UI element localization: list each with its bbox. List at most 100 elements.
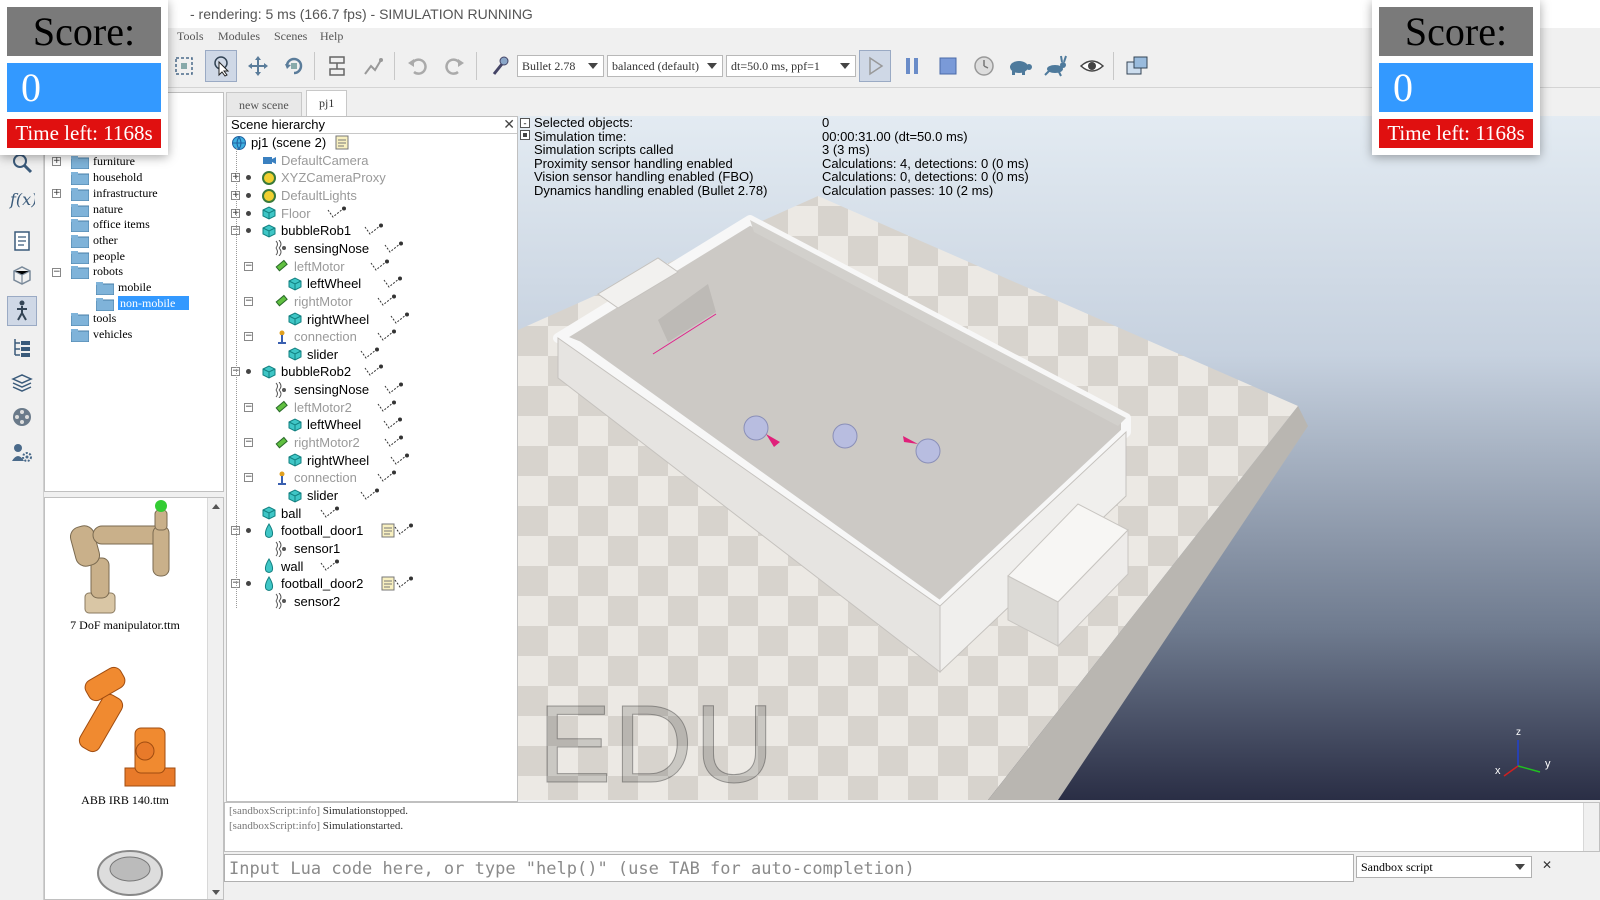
select-cursor-icon[interactable] [205, 50, 237, 82]
visibility-dot-icon[interactable] [246, 369, 251, 375]
hierarchy-item[interactable]: DefaultLights [261, 187, 357, 204]
hierarchy-item[interactable]: DefaultCamera [261, 152, 368, 169]
script-link-icon[interactable] [359, 347, 381, 361]
script-link-icon[interactable] [376, 470, 398, 484]
script-link-icon[interactable] [319, 559, 341, 573]
slow-down-turtle-icon[interactable] [1004, 50, 1036, 82]
menu-help[interactable]: Help [320, 29, 343, 44]
thumb-7dof-manipulator[interactable]: 7 DoF manipulator.ttm [45, 498, 207, 648]
hierarchy-item[interactable]: rightMotor2 [274, 434, 360, 451]
collapse-icon[interactable]: − [244, 261, 253, 271]
folder-household[interactable]: household [70, 170, 142, 186]
folder-other[interactable]: other [70, 233, 118, 249]
window-layout-icon[interactable] [1121, 50, 1153, 82]
hierarchy-item[interactable]: slider [287, 487, 338, 504]
scroll-up-icon[interactable] [208, 498, 224, 514]
script-link-icon[interactable] [363, 223, 385, 237]
folder-office-items[interactable]: office items [70, 217, 150, 233]
visibility-dot-icon[interactable] [246, 192, 251, 198]
folder-people[interactable]: people [70, 249, 125, 265]
hierarchy-item[interactable]: rightWheel [287, 452, 369, 469]
info-collapse-toggle[interactable]: - [520, 118, 530, 128]
engine-mode-select[interactable]: balanced (default) [607, 55, 723, 77]
collapse-robots[interactable]: − [52, 268, 61, 277]
hierarchy-item[interactable]: football_door1 [261, 522, 363, 539]
menu-scenes[interactable]: Scenes [274, 29, 307, 44]
hierarchy-item[interactable]: leftMotor [274, 258, 345, 275]
move-object-icon[interactable] [242, 50, 274, 82]
hierarchy-item[interactable]: sensingNose [274, 381, 369, 399]
pause-icon[interactable] [896, 50, 928, 82]
close-icon[interactable]: ✕ [503, 117, 515, 133]
script-link-icon[interactable] [382, 276, 404, 290]
folder-nature[interactable]: nature [70, 202, 123, 218]
folder-non-mobile[interactable]: non-mobile [95, 296, 190, 312]
script-link-icon[interactable] [363, 364, 385, 378]
script-link-icon[interactable] [319, 506, 341, 520]
hierarchy-item[interactable]: XYZCameraProxy [261, 169, 386, 186]
expand-furniture[interactable]: + [52, 157, 61, 166]
hierarchy-item[interactable]: leftMotor2 [274, 399, 352, 416]
play-icon[interactable] [859, 50, 891, 82]
tab-pj1[interactable]: pj1 [306, 90, 348, 116]
physics-engine-select[interactable]: Bullet 2.78 [517, 55, 604, 77]
expand-infrastructure[interactable]: + [52, 189, 61, 198]
bubblerob2-body[interactable] [915, 438, 941, 464]
script-link-icon[interactable] [326, 206, 348, 220]
function-fx-icon[interactable]: f(x) [7, 184, 37, 214]
folder-robots[interactable]: robots [70, 264, 123, 280]
speed-up-rabbit-icon[interactable] [1040, 50, 1072, 82]
thumb-next-model[interactable] [85, 843, 175, 899]
visibility-dot-icon[interactable] [246, 175, 251, 181]
script-link-icon[interactable] [393, 523, 415, 537]
collapse-icon[interactable]: − [244, 296, 253, 306]
folder-mobile[interactable]: mobile [95, 280, 151, 296]
hierarchy-item[interactable]: leftWheel [287, 275, 361, 292]
bubblerob1-body[interactable] [743, 415, 769, 441]
user-settings-icon[interactable] [7, 438, 37, 468]
script-link-icon[interactable] [376, 294, 398, 308]
script-link-icon[interactable] [382, 417, 404, 431]
script-selector[interactable]: Sandbox script [1356, 856, 1532, 878]
script-link-icon[interactable] [393, 576, 415, 590]
assemble-icon[interactable] [321, 50, 353, 82]
transfer-dna-icon[interactable] [357, 50, 389, 82]
script-link-icon[interactable] [383, 382, 405, 396]
visibility-dot-icon[interactable] [246, 581, 251, 587]
script-link-icon[interactable] [389, 453, 411, 467]
hierarchy-item[interactable]: sensingNose [274, 240, 369, 257]
close-icon[interactable]: ✕ [1542, 858, 1556, 874]
folder-infrastructure[interactable]: infrastructure [70, 186, 158, 202]
hierarchy-item[interactable]: rightWheel [287, 311, 369, 328]
script-link-icon[interactable] [376, 400, 398, 414]
visibility-dot-icon[interactable] [246, 210, 251, 216]
visibility-dot-icon[interactable] [246, 228, 251, 234]
script-document-icon[interactable] [381, 523, 395, 543]
hierarchy-item[interactable]: Floor [261, 205, 311, 222]
tab-new-scene[interactable]: new scene [226, 92, 302, 116]
script-document-icon[interactable] [381, 576, 395, 596]
thumb-abb-irb-140[interactable]: ABB IRB 140.ttm [45, 663, 207, 813]
model-browser-icon[interactable] [7, 296, 37, 326]
hierarchy-item[interactable]: leftWheel [287, 416, 361, 433]
hierarchy-item[interactable]: sensor2 [274, 593, 340, 610]
hierarchy-item[interactable]: wall [261, 558, 303, 575]
hierarchy-item[interactable]: connection [274, 328, 357, 345]
collapse-icon[interactable]: − [244, 438, 253, 448]
hierarchy-item[interactable]: pj1 (scene 2) [231, 134, 326, 151]
undo-icon[interactable] [402, 50, 434, 82]
scroll-down-icon[interactable] [208, 885, 224, 900]
script-link-icon[interactable] [389, 312, 411, 326]
timestep-select[interactable]: dt=50.0 ms, ppf=1 [726, 55, 856, 77]
menu-tools[interactable]: Tools [177, 29, 204, 44]
collapse-icon[interactable]: − [244, 473, 253, 483]
layers-icon[interactable] [7, 368, 37, 398]
visualization-eye-icon[interactable] [1076, 50, 1108, 82]
folder-vehicles[interactable]: vehicles [70, 327, 132, 343]
visibility-dot-icon[interactable] [246, 528, 251, 534]
video-recorder-icon[interactable] [7, 402, 37, 432]
hierarchy-item[interactable]: sensor1 [274, 540, 340, 557]
script-link-icon[interactable] [383, 241, 405, 255]
hierarchy-item[interactable]: slider [287, 346, 338, 363]
redo-icon[interactable] [438, 50, 470, 82]
